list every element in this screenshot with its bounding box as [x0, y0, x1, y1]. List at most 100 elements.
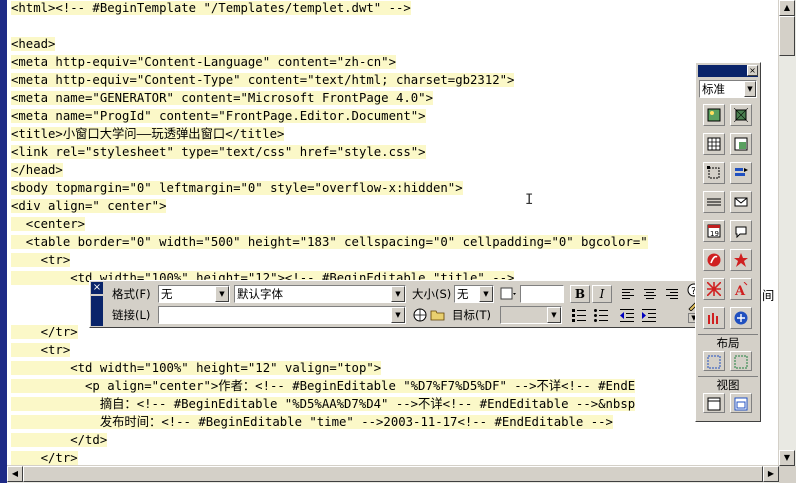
standard-view-icon [707, 397, 721, 411]
style-select[interactable]: 无 ▼ [158, 285, 230, 303]
insert-rule-button[interactable] [703, 191, 725, 213]
table-icon [707, 137, 721, 151]
font-color-icon [500, 287, 516, 300]
insert-flash-button[interactable] [703, 249, 725, 271]
toolbar-grip[interactable] [91, 296, 103, 326]
align-left-icon[interactable] [618, 285, 638, 303]
insert-date-button[interactable]: 19 [703, 220, 725, 242]
insert-image-map-button[interactable] [730, 104, 752, 126]
align-center-icon[interactable] [640, 285, 660, 303]
insert-plugin-button[interactable] [703, 307, 725, 329]
code-line: <title>小窗口大学问——玩透弹出窗口</title> [11, 127, 285, 141]
insert-fireworks-button[interactable]: A [730, 278, 752, 300]
insert-comment-button[interactable] [730, 220, 752, 242]
insert-email-button[interactable] [730, 191, 752, 213]
outdent-icon[interactable] [618, 306, 636, 324]
scroll-down-button[interactable]: ▼ [779, 450, 795, 466]
code-line: <meta http-equiv="Content-Language" cont… [11, 55, 396, 69]
vertical-scrollbar[interactable]: ▲ ▼ [778, 0, 796, 466]
code-line: <link rel="stylesheet" type="text/css" h… [11, 145, 426, 159]
size-value: 无 [457, 287, 469, 301]
chevron-down-icon[interactable]: ▼ [391, 286, 405, 302]
font-color-button[interactable] [498, 285, 518, 303]
image-map-icon [734, 108, 748, 122]
calendar-icon: 19 [707, 224, 721, 238]
code-line: <center> [11, 217, 86, 231]
size-label: 大小(S) [412, 287, 452, 301]
code-line: <head> [11, 37, 56, 51]
plugin-icon [708, 313, 718, 324]
scroll-up-button[interactable]: ▲ [779, 0, 795, 16]
email-icon [734, 197, 748, 207]
svg-text:19: 19 [710, 230, 719, 238]
view-section-header: 视图 [698, 376, 758, 393]
shockwave-icon [734, 253, 748, 267]
horizontal-scroll-thumb[interactable] [23, 466, 763, 482]
chevron-down-icon[interactable]: ▼ [215, 286, 229, 302]
color-field[interactable] [520, 285, 564, 303]
horizontal-rule-icon [707, 198, 721, 206]
chevron-down-icon[interactable]: ▼ [744, 81, 756, 97]
font-value: 默认字体 [237, 287, 283, 301]
layer-icon [707, 166, 720, 179]
code-line: <p align="center">作者：<!-- #BeginEditable… [11, 379, 636, 393]
layout-view-icon [734, 397, 748, 411]
style-label: 格式(F) [112, 287, 151, 301]
layout-cell-button[interactable] [730, 351, 752, 371]
code-line: <body topmargin="0" leftmargin="0" style… [11, 181, 463, 195]
code-line: <meta name="ProgId" content="FrontPage.E… [11, 109, 426, 123]
chevron-down-icon[interactable]: ▼ [391, 307, 405, 323]
chevron-down-icon[interactable]: ▼ [547, 307, 561, 323]
insert-table-button[interactable] [703, 133, 725, 155]
insert-navigation-button[interactable] [730, 162, 752, 184]
insert-image-button[interactable] [703, 104, 725, 126]
font-select[interactable]: 默认字体 ▼ [234, 285, 406, 303]
insert-layer-button[interactable] [703, 162, 725, 184]
target-select[interactable]: ▼ [500, 306, 562, 324]
layout-table-button[interactable] [703, 351, 725, 371]
close-icon[interactable]: × [747, 65, 758, 76]
size-select[interactable]: 无 ▼ [454, 285, 494, 303]
bold-button[interactable]: B [570, 285, 590, 303]
vertical-scroll-thumb[interactable] [779, 16, 795, 56]
folder-icon[interactable] [430, 307, 448, 325]
image-icon [707, 108, 721, 122]
code-line: </tr> [11, 451, 78, 465]
standard-view-button[interactable] [703, 393, 725, 413]
insert-generator-button[interactable] [703, 278, 725, 300]
link-input[interactable]: ▼ [158, 306, 406, 324]
code-line: 发布时间：<!-- #BeginEditable "time" -->2003-… [11, 415, 613, 429]
code-line: <tr> [11, 343, 71, 357]
scrollbar-corner [779, 466, 796, 483]
comment-icon [735, 226, 747, 238]
align-right-icon[interactable] [662, 285, 682, 303]
layout-view-button[interactable] [730, 393, 752, 413]
chevron-down-icon[interactable]: ▼ [479, 286, 493, 302]
insert-image-table-button[interactable] [730, 133, 752, 155]
style-value: 无 [161, 287, 173, 301]
code-line: <table border="0" width="500" height="18… [11, 235, 648, 249]
code-line: <tr> [11, 253, 71, 267]
globe-icon[interactable] [412, 307, 430, 325]
scroll-right-button[interactable]: ▶ [763, 466, 779, 482]
layout-section-header: 布局 [698, 334, 758, 351]
palette-mode-select[interactable]: 标准 ▼ [699, 80, 757, 98]
layout-cell-icon [734, 355, 748, 369]
code-line: </td> [11, 433, 108, 447]
code-line: </head> [11, 163, 63, 177]
code-editor[interactable]: <html><!-- #BeginTemplate "/Templates/te… [7, 0, 779, 483]
close-icon[interactable]: × [91, 282, 103, 294]
indent-icon[interactable] [640, 306, 658, 324]
code-line: <html><!-- #BeginTemplate "/Templates/te… [11, 1, 411, 15]
code-line: </tr> [11, 325, 78, 339]
code-line: 摘自：<!-- #BeginEditable "%D5%AA%D7%D4" --… [11, 397, 636, 411]
italic-button[interactable]: I [592, 285, 612, 303]
insert-activex-button[interactable] [730, 307, 752, 329]
generator-icon [707, 282, 721, 296]
target-label: 目标(T) [452, 308, 491, 322]
insert-shockwave-button[interactable] [730, 249, 752, 271]
horizontal-scrollbar[interactable]: ◀ ▶ [7, 465, 779, 483]
numbered-list-icon[interactable] [570, 306, 588, 324]
scroll-left-button[interactable]: ◀ [7, 466, 23, 482]
bullet-list-icon[interactable] [592, 306, 610, 324]
